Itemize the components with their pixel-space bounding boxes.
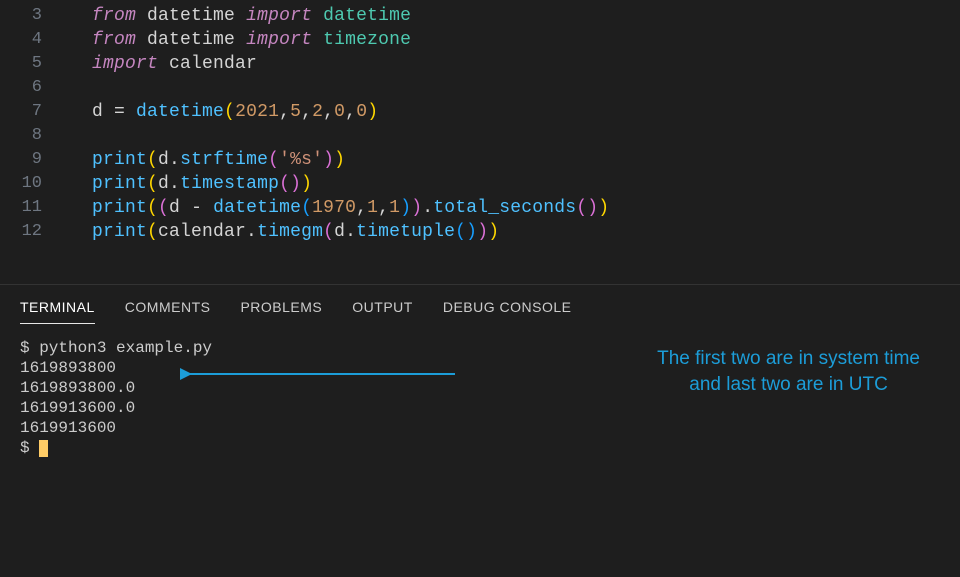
annotation-line-2: and last two are in UTC <box>657 372 920 398</box>
line-number: 11 <box>0 196 70 220</box>
terminal-line: $ <box>20 438 940 458</box>
terminal-line: 1619913600 <box>20 418 940 438</box>
panel-tab-comments[interactable]: COMMENTS <box>125 299 211 324</box>
bottom-panel: TERMINAL COMMENTS PROBLEMS OUTPUT DEBUG CONS… <box>0 284 960 468</box>
code-line[interactable]: 6 <box>0 76 960 100</box>
code-content[interactable]: import calendar <box>70 52 257 76</box>
code-content[interactable]: print(calendar.timegm(d.timetuple())) <box>70 220 499 244</box>
code-content[interactable]: from datetime import timezone <box>70 28 411 52</box>
line-number: 5 <box>0 52 70 76</box>
line-number: 3 <box>0 4 70 28</box>
line-number: 12 <box>0 220 70 244</box>
code-editor[interactable]: 3from datetime import datetime4from date… <box>0 0 960 284</box>
panel-tabs: TERMINAL COMMENTS PROBLEMS OUTPUT DEBUG CONS… <box>0 285 960 324</box>
line-number: 8 <box>0 124 70 148</box>
code-line[interactable]: 4from datetime import timezone <box>0 28 960 52</box>
code-content[interactable]: print((d - datetime(1970,1,1)).total_sec… <box>70 196 609 220</box>
annotation-line-1: The first two are in system time <box>657 346 920 372</box>
code-content[interactable] <box>70 76 92 100</box>
line-number: 10 <box>0 172 70 196</box>
code-line[interactable]: 3from datetime import datetime <box>0 4 960 28</box>
code-line[interactable]: 12print(calendar.timegm(d.timetuple())) <box>0 220 960 244</box>
line-number: 4 <box>0 28 70 52</box>
terminal-line: 1619913600.0 <box>20 398 940 418</box>
code-line[interactable]: 9print(d.strftime('%s')) <box>0 148 960 172</box>
code-line[interactable]: 11print((d - datetime(1970,1,1)).total_s… <box>0 196 960 220</box>
panel-tab-debug-console[interactable]: DEBUG CONSOLE <box>443 299 572 324</box>
terminal-view[interactable]: $ python3 example.py16198938001619893800… <box>0 324 960 468</box>
code-content[interactable] <box>70 124 92 148</box>
annotation-text: The first two are in system time and las… <box>657 346 920 398</box>
code-line[interactable]: 5import calendar <box>0 52 960 76</box>
terminal-cursor <box>39 440 48 457</box>
code-content[interactable]: print(d.timestamp()) <box>70 172 312 196</box>
code-line[interactable]: 10print(d.timestamp()) <box>0 172 960 196</box>
code-content[interactable]: d = datetime(2021,5,2,0,0) <box>70 100 378 124</box>
panel-tab-output[interactable]: OUTPUT <box>352 299 413 324</box>
code-content[interactable]: from datetime import datetime <box>70 4 411 28</box>
line-number: 9 <box>0 148 70 172</box>
annotation-arrow-icon <box>180 364 460 384</box>
code-line[interactable]: 7d = datetime(2021,5,2,0,0) <box>0 100 960 124</box>
line-number: 7 <box>0 100 70 124</box>
line-number: 6 <box>0 76 70 100</box>
code-content[interactable]: print(d.strftime('%s')) <box>70 148 345 172</box>
panel-tab-problems[interactable]: PROBLEMS <box>240 299 322 324</box>
panel-tab-terminal[interactable]: TERMINAL <box>20 299 95 324</box>
code-line[interactable]: 8 <box>0 124 960 148</box>
